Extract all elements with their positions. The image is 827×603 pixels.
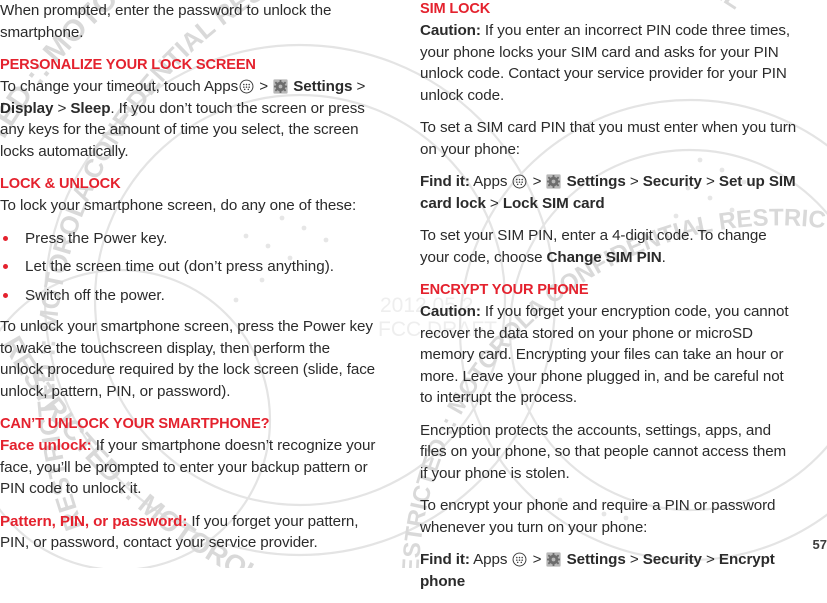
heading-lock-and-unlock: LOCK & UNLOCK: [0, 176, 121, 192]
encrypt-lead-in: To encrypt your phone and require a PIN …: [420, 497, 776, 536]
encryption-protects-paragraph: Encryption protects the accounts, settin…: [420, 421, 787, 482]
bullet-dot-icon: [3, 235, 8, 241]
pattern-pin-password-entry: Pattern, PIN, or password: If you forget…: [0, 511, 377, 554]
caution-term: Caution:: [420, 22, 481, 39]
list-item-label: Press the Power key.: [25, 229, 168, 247]
caution-term: Caution:: [420, 303, 481, 320]
list-item: Switch off the power.: [0, 285, 377, 307]
sim-pin-closing: To set your SIM PIN, enter a 4-digit cod…: [420, 225, 797, 268]
encrypt-find-it: Find it: Apps > Settings > Security > En…: [420, 549, 797, 592]
personalize-tail: . If you don’t touch the screen or press…: [0, 99, 365, 160]
arrow-separator-2: >: [629, 173, 639, 190]
personalize-instructions: To change your timeout, touch Apps > Set…: [0, 76, 377, 162]
list-item-label: Let the screen time out (don’t press any…: [25, 258, 334, 275]
find-it-label: Find it:: [420, 173, 470, 190]
change-sim-pin-label: Change SIM PIN: [546, 248, 662, 266]
gear-icon: [273, 79, 288, 94]
arrow-separator-2: >: [356, 78, 366, 95]
settings-label: Settings: [566, 551, 626, 568]
encrypt-caution: Caution: If you forget your encryption c…: [420, 301, 797, 409]
arrow-separator-3: >: [706, 551, 715, 568]
apps-grid-icon: [512, 174, 527, 189]
intro-paragraph: When prompted, enter the password to unl…: [0, 2, 332, 41]
lock-lead-in: To lock your smartphone screen, do any o…: [0, 197, 357, 214]
gear-icon: [546, 174, 562, 189]
apps-grid-icon: [512, 552, 527, 567]
personalize-lead: To change your timeout, touch Apps: [0, 78, 239, 95]
arrow-separator: >: [532, 551, 542, 568]
arrow-separator-2: >: [629, 551, 639, 568]
arrow-separator: >: [532, 173, 542, 190]
pattern-pin-password-term: Pattern, PIN, or password:: [0, 512, 188, 530]
arrow-separator-3: >: [57, 99, 67, 117]
heading-encrypt-your-phone: ENCRYPT YOUR PHONE: [420, 282, 589, 298]
unlock-closing-paragraph: To unlock your smartphone screen, press …: [0, 318, 376, 400]
find-it-label: Find it:: [420, 551, 470, 568]
list-item: Press the Power key.: [0, 228, 377, 250]
lock-sim-card-label: Lock SIM card: [502, 194, 605, 212]
heading-personalize-lock-screen: PERSONALIZE YOUR LOCK SCREEN: [0, 57, 256, 73]
bullet-dot-icon: [3, 264, 8, 269]
sim-lock-find-it: Find it: Apps > Settings > Security > Se…: [420, 171, 797, 214]
page-number: 57: [812, 537, 827, 552]
face-unlock-entry: Face unlock: If your smartphone doesn’t …: [0, 435, 377, 500]
display-menu-label: Display: [0, 99, 54, 117]
sleep-menu-label: Sleep: [70, 99, 111, 117]
sim-lock-lead-in: To set a SIM card PIN that you must ente…: [420, 119, 797, 158]
settings-label: Settings: [566, 173, 626, 190]
right-column: SIM LOCK Caution: If you enter an incorr…: [420, 0, 797, 603]
arrow-separator: >: [259, 78, 268, 95]
face-unlock-term: Face unlock:: [0, 437, 92, 454]
arrow-separator-4: >: [489, 194, 499, 212]
apps-label: Apps: [469, 173, 508, 190]
sim-pin-closing-post: .: [661, 248, 666, 266]
security-menu-label: Security: [642, 173, 702, 190]
heading-sim-lock: SIM LOCK: [420, 1, 491, 17]
list-item: Let the screen time out (don’t press any…: [0, 256, 377, 278]
apps-label: Apps: [469, 551, 508, 568]
left-column: When prompted, enter the password to unl…: [0, 0, 377, 565]
bullet-dot-icon: [3, 292, 8, 298]
apps-grid-icon: [239, 79, 254, 94]
heading-cant-unlock-smartphone: CAN’T UNLOCK YOUR SMARTPHONE?: [0, 416, 270, 432]
manual-page: When prompted, enter the password to unl…: [0, 0, 827, 590]
list-item-label: Switch off the power.: [25, 286, 165, 304]
gear-icon: [546, 552, 562, 567]
security-menu-label: Security: [642, 551, 702, 568]
settings-label: Settings: [293, 78, 353, 95]
sim-lock-caution: Caution: If you enter an incorrect PIN c…: [420, 20, 797, 106]
arrow-separator-3: >: [706, 173, 715, 190]
lock-methods-list: Press the Power key. Let the screen time…: [0, 228, 377, 307]
